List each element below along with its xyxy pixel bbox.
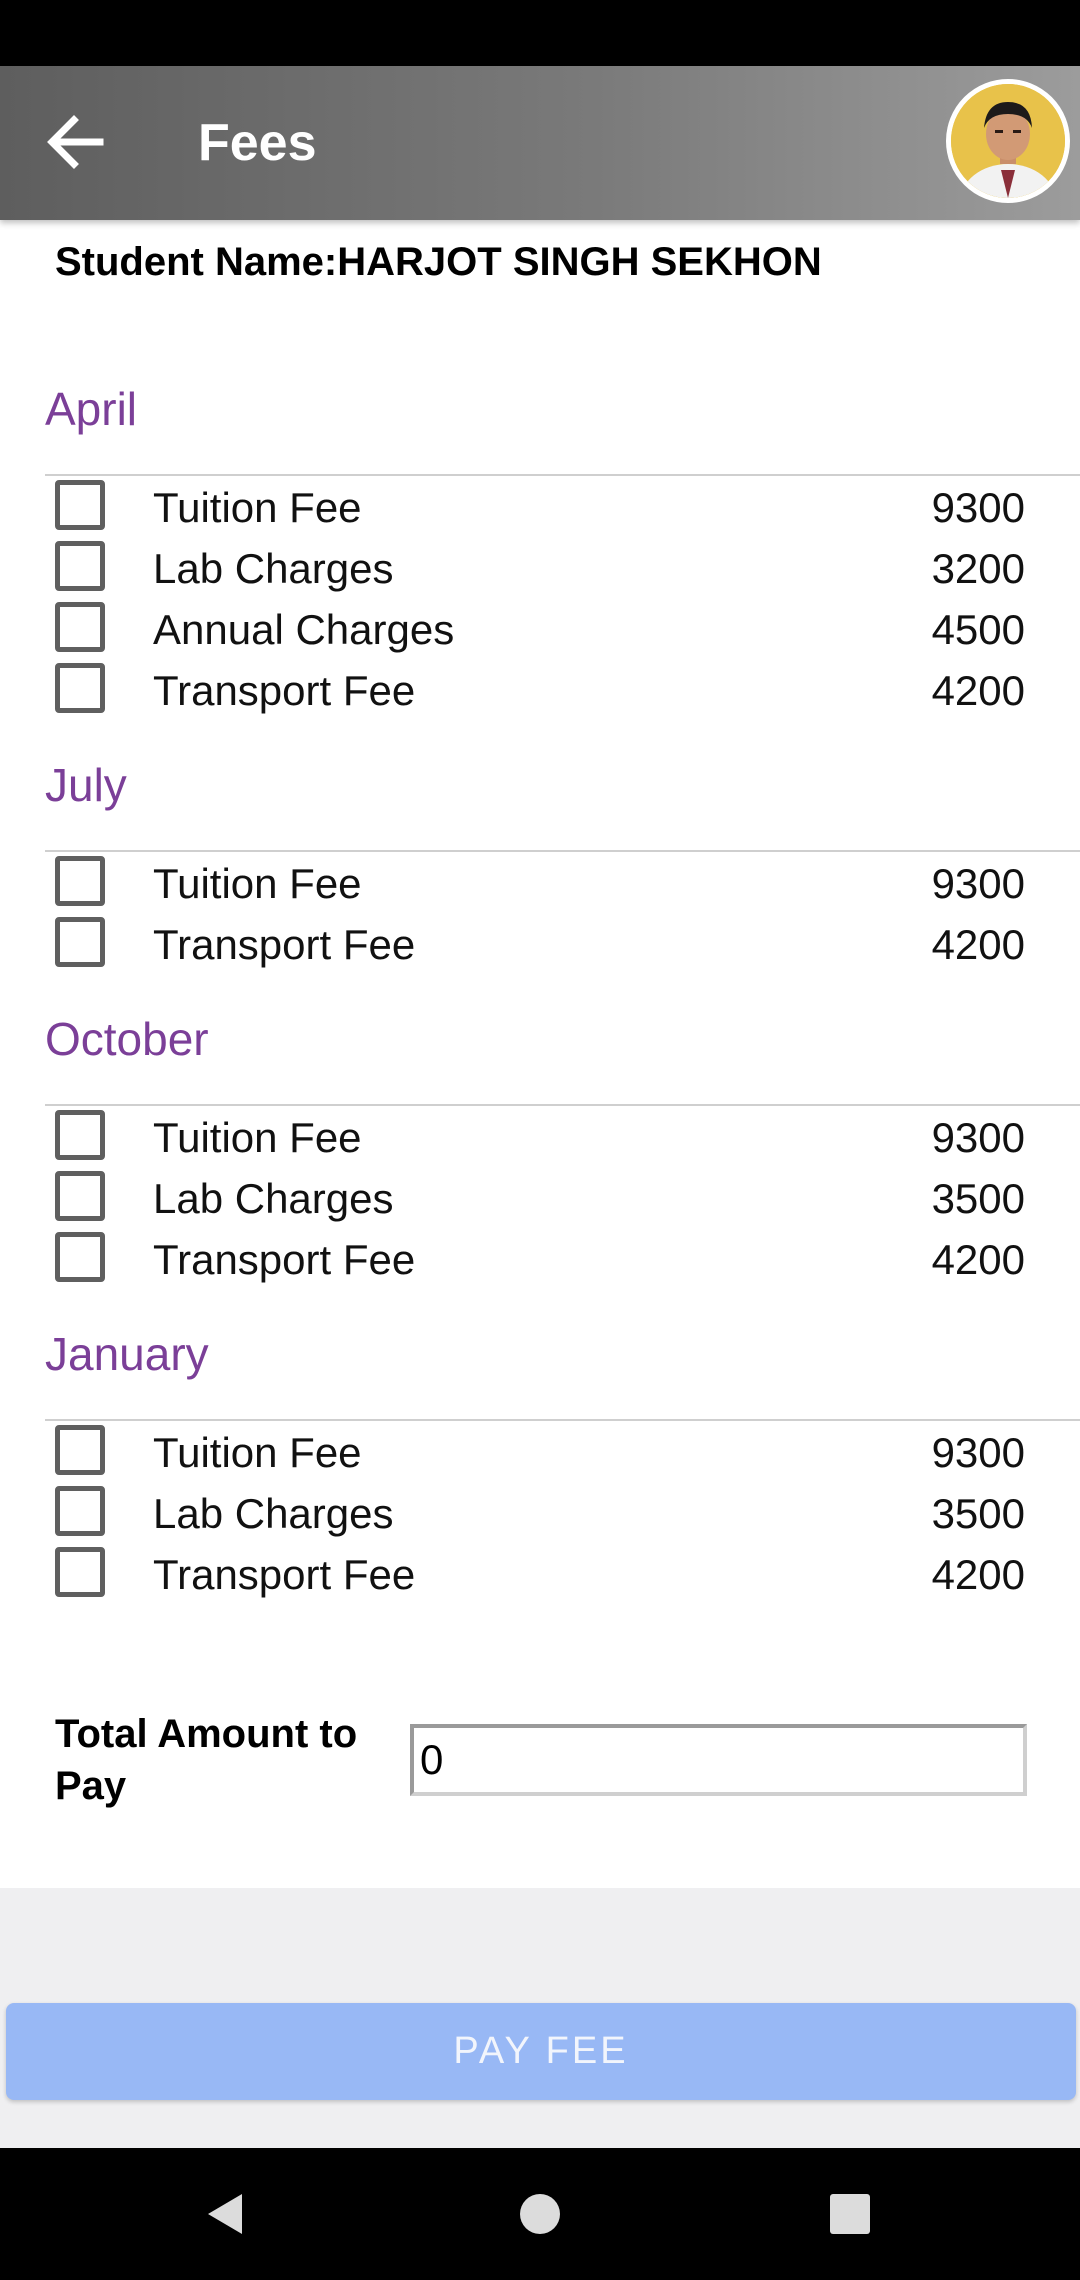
fee-amount: 9300 — [931, 860, 1025, 907]
arrow-left-icon — [47, 115, 104, 169]
fee-row[interactable]: Tuition Fee 9300 — [0, 477, 1080, 538]
student-name-label: Student Name: — [55, 240, 338, 284]
student-name-value: HARJOT SINGH SEKHON — [337, 240, 822, 284]
student-name: Student Name:HARJOT SINGH SEKHON — [55, 240, 822, 285]
page-title: Fees — [198, 114, 317, 172]
fee-amount: 4200 — [931, 667, 1025, 714]
nav-back-button[interactable] — [194, 2182, 258, 2246]
total-amount-field[interactable] — [410, 1724, 1027, 1796]
fee-amount: 9300 — [931, 1114, 1025, 1161]
fee-amount: 9300 — [931, 484, 1025, 531]
system-nav-bar — [0, 2148, 1080, 2280]
fee-row[interactable]: Annual Charges 4500 — [0, 599, 1080, 660]
fee-amount: 9300 — [931, 1429, 1025, 1476]
fee-checkbox[interactable] — [55, 1110, 105, 1160]
month-title-april: April — [45, 383, 138, 435]
app-bar: Fees — [0, 66, 1080, 220]
fee-name: Lab Charges — [153, 1490, 394, 1537]
month-divider — [45, 1419, 1080, 1421]
fee-name: Tuition Fee — [153, 484, 362, 531]
month-title-october: October — [45, 1013, 209, 1065]
fee-name: Tuition Fee — [153, 1114, 362, 1161]
triangle-back-icon — [208, 2194, 242, 2234]
back-button[interactable] — [40, 106, 112, 178]
fee-amount: 4200 — [931, 921, 1025, 968]
month-title-january: January — [45, 1328, 209, 1380]
fee-row[interactable]: Transport Fee 4200 — [0, 1544, 1080, 1605]
fee-checkbox[interactable] — [55, 917, 105, 967]
month-divider — [45, 1104, 1080, 1106]
month-divider — [45, 850, 1080, 852]
fee-row[interactable]: Tuition Fee 9300 — [0, 1422, 1080, 1483]
fee-name: Transport Fee — [153, 1236, 416, 1283]
fee-row[interactable]: Transport Fee 4200 — [0, 914, 1080, 975]
fee-row[interactable]: Tuition Fee 9300 — [0, 853, 1080, 914]
fee-row[interactable]: Tuition Fee 9300 — [0, 1107, 1080, 1168]
fee-row[interactable]: Transport Fee 4200 — [0, 1229, 1080, 1290]
square-recents-icon — [830, 2194, 870, 2234]
fee-name: Tuition Fee — [153, 860, 362, 907]
student-photo — [951, 84, 1065, 198]
avatar[interactable] — [946, 79, 1070, 203]
fee-amount: 3500 — [931, 1175, 1025, 1222]
fee-checkbox[interactable] — [55, 602, 105, 652]
fee-name: Tuition Fee — [153, 1429, 362, 1476]
fee-amount: 3200 — [931, 545, 1025, 592]
fee-row[interactable]: Lab Charges 3500 — [0, 1483, 1080, 1544]
fee-checkbox[interactable] — [55, 856, 105, 906]
nav-recents-button[interactable] — [818, 2182, 882, 2246]
fee-name: Lab Charges — [153, 545, 394, 592]
pay-fee-button[interactable]: PAY FEE — [6, 2003, 1076, 2100]
fee-checkbox[interactable] — [55, 1232, 105, 1282]
fee-amount: 3500 — [931, 1490, 1025, 1537]
fee-amount: 4500 — [931, 606, 1025, 653]
nav-home-button[interactable] — [508, 2182, 572, 2246]
fee-name: Lab Charges — [153, 1175, 394, 1222]
fee-row[interactable]: Transport Fee 4200 — [0, 660, 1080, 721]
fee-checkbox[interactable] — [55, 541, 105, 591]
fee-amount: 4200 — [931, 1236, 1025, 1283]
fee-row[interactable]: Lab Charges 3200 — [0, 538, 1080, 599]
fee-checkbox[interactable] — [55, 1171, 105, 1221]
month-title-july: July — [45, 759, 127, 811]
fee-name: Transport Fee — [153, 1551, 416, 1598]
total-amount-label: Total Amount to Pay — [55, 1712, 358, 1808]
fee-name: Transport Fee — [153, 921, 416, 968]
fee-amount: 4200 — [931, 1551, 1025, 1598]
fee-checkbox[interactable] — [55, 663, 105, 713]
fee-row[interactable]: Lab Charges 3500 — [0, 1168, 1080, 1229]
fee-checkbox[interactable] — [55, 480, 105, 530]
fee-name: Annual Charges — [153, 606, 455, 653]
fee-checkbox[interactable] — [55, 1547, 105, 1597]
status-bar — [0, 0, 1080, 66]
fee-checkbox[interactable] — [55, 1486, 105, 1536]
fee-name: Transport Fee — [153, 667, 416, 714]
circle-home-icon — [520, 2194, 560, 2234]
fee-checkbox[interactable] — [55, 1425, 105, 1475]
month-divider — [45, 474, 1080, 476]
